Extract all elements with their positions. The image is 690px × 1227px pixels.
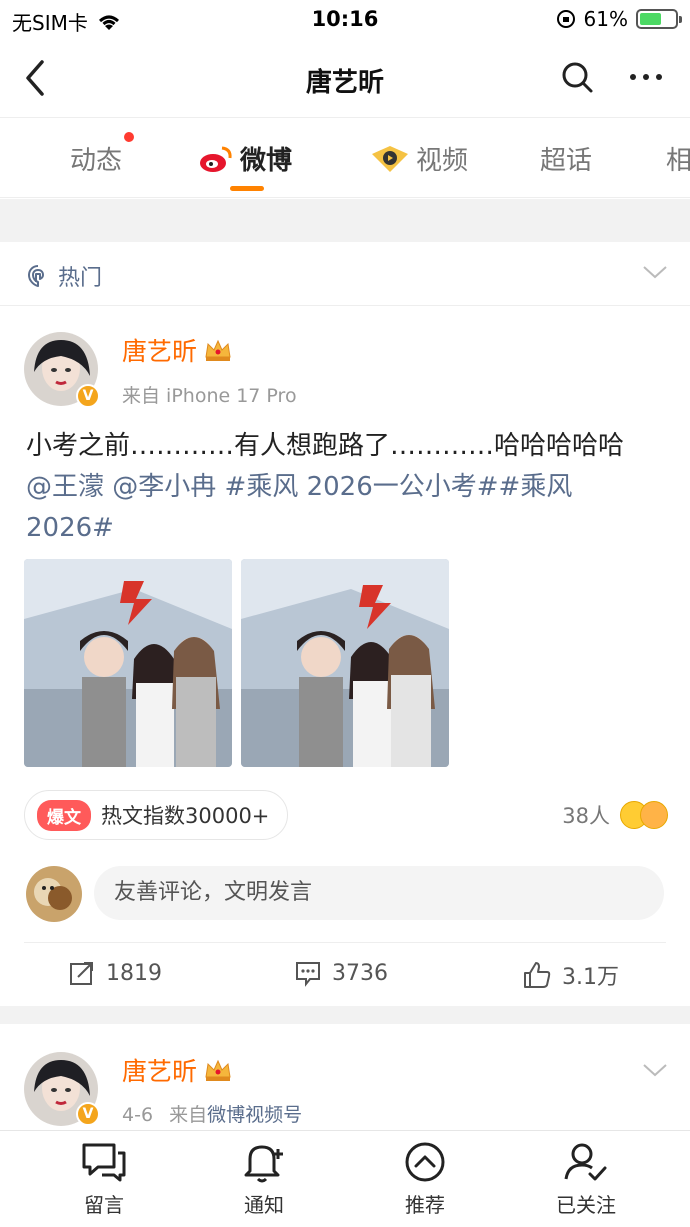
post-image[interactable] — [241, 559, 449, 767]
followed-icon — [564, 1143, 607, 1181]
bottom-tab-label: 通知 — [244, 1193, 284, 1217]
post-content: 小考之前…………有人想跑路了…………哈哈哈哈哈 @王濛 @李小冉 #乘风 202… — [26, 426, 666, 549]
tab-label: 相 — [666, 146, 690, 176]
love-emoji-icon — [640, 801, 668, 829]
post-source: 4-6 来自微博视频号 — [122, 1100, 302, 1127]
battery-percent: 61% — [583, 7, 628, 31]
verified-badge: V — [76, 384, 100, 408]
hot-section-header[interactable]: 热门 — [0, 242, 690, 306]
tab-label: 视频 — [416, 146, 469, 176]
bottom-tab-notify[interactable]: 通知 — [214, 1141, 314, 1218]
reactor-count: 38人 — [562, 804, 610, 828]
author-name: 唐艺昕 — [122, 1057, 198, 1086]
hot-icon — [28, 265, 44, 287]
bottom-tab-label: 留言 — [84, 1193, 124, 1217]
video-icon — [372, 145, 408, 172]
comment-icon — [296, 962, 320, 987]
post-author[interactable]: 唐艺昕 — [122, 1052, 233, 1088]
status-bar: 无SIM卡 10:16 61% — [0, 0, 690, 40]
tab-video[interactable]: 视频 — [370, 140, 468, 177]
hot-badge: 爆文 — [37, 799, 91, 831]
repost-icon — [70, 962, 93, 985]
hot-title: 热门 — [58, 266, 103, 291]
hot-index-pill[interactable]: 爆文 热文指数30000+ — [24, 790, 289, 840]
my-avatar[interactable] — [26, 866, 82, 922]
post-actions: 1819 3736 3.1万 — [24, 942, 666, 1006]
tab-active-indicator — [230, 186, 264, 191]
post-text: 小考之前…………有人想跑路了…………哈哈哈哈哈 — [26, 431, 625, 461]
comment-input[interactable]: 友善评论，文明发言 — [94, 866, 664, 920]
bottom-tab-label: 已关注 — [556, 1193, 616, 1217]
emoji-icons — [620, 801, 668, 829]
like-count: 3.1万 — [562, 965, 619, 990]
tab-label: 超话 — [540, 146, 593, 176]
bottom-tab-label: 推荐 — [405, 1193, 445, 1217]
comment-button[interactable]: 3736 — [294, 959, 388, 987]
post-image[interactable] — [24, 559, 232, 767]
post-source: 来自 iPhone 17 Pro — [122, 385, 297, 407]
crown-icon — [205, 339, 231, 361]
like-button[interactable]: 3.1万 — [522, 959, 619, 991]
bottom-bar: 留言 通知 推荐 已关注 — [0, 1130, 690, 1227]
crown-icon — [205, 1059, 231, 1081]
weibo-logo-icon — [200, 146, 232, 172]
verified-badge: V — [76, 1102, 100, 1126]
thumbs-up-icon — [524, 962, 551, 988]
message-icon — [82, 1143, 126, 1182]
source-link[interactable]: 微博视频号 — [207, 1104, 302, 1126]
search-icon[interactable] — [560, 60, 594, 94]
hot-label: 热门 — [26, 260, 102, 292]
weibo-post: V 唐艺昕 4-6 来自微博视频号 — [0, 1024, 690, 1134]
battery-icon — [636, 9, 682, 29]
post-mentions-tags[interactable]: @王濛 @李小冉 #乘风 2026一公小考##乘风 2026# — [26, 467, 666, 549]
post-author[interactable]: 唐艺昕 — [122, 332, 233, 368]
tab-album[interactable]: 相 — [666, 140, 690, 177]
section-gap — [0, 1006, 690, 1024]
chevron-down-icon[interactable] — [642, 262, 668, 282]
weibo-post: V 唐艺昕 来自 iPhone 17 Pro 小考之前…………有人想跑路了………… — [0, 306, 690, 1006]
bottom-tab-message[interactable]: 留言 — [54, 1141, 154, 1218]
status-right: 61% — [556, 7, 682, 31]
reactors[interactable]: 38人 — [562, 800, 668, 830]
source-prefix: 来自 — [169, 1104, 208, 1126]
comment-count: 3736 — [332, 960, 388, 986]
repost-button[interactable]: 1819 — [68, 959, 162, 987]
tab-dynamic[interactable]: 动态 — [70, 132, 135, 177]
author-name: 唐艺昕 — [122, 337, 198, 366]
profile-tabs: 动态 微博 视频 超话 相 — [0, 118, 690, 198]
tab-label: 动态 — [70, 146, 123, 176]
repost-count: 1819 — [106, 960, 162, 986]
bottom-tab-followed[interactable]: 已关注 — [536, 1141, 636, 1218]
nav-bar: 唐艺昕 — [0, 40, 690, 118]
bell-icon — [244, 1145, 283, 1183]
bottom-tab-recommend[interactable]: 推荐 — [375, 1141, 475, 1218]
section-gap — [0, 199, 690, 242]
chevron-down-icon[interactable] — [642, 1060, 668, 1080]
tab-super-topic[interactable]: 超话 — [540, 140, 592, 177]
recommend-icon — [405, 1142, 445, 1182]
tab-weibo[interactable]: 微博 — [198, 140, 292, 177]
more-icon[interactable] — [628, 62, 664, 92]
post-date: 4-6 — [122, 1104, 154, 1126]
hot-index: 热文指数30000+ — [101, 804, 270, 828]
tab-label: 微博 — [240, 146, 293, 176]
notification-dot — [124, 132, 135, 142]
orientation-lock-icon — [556, 10, 575, 28]
